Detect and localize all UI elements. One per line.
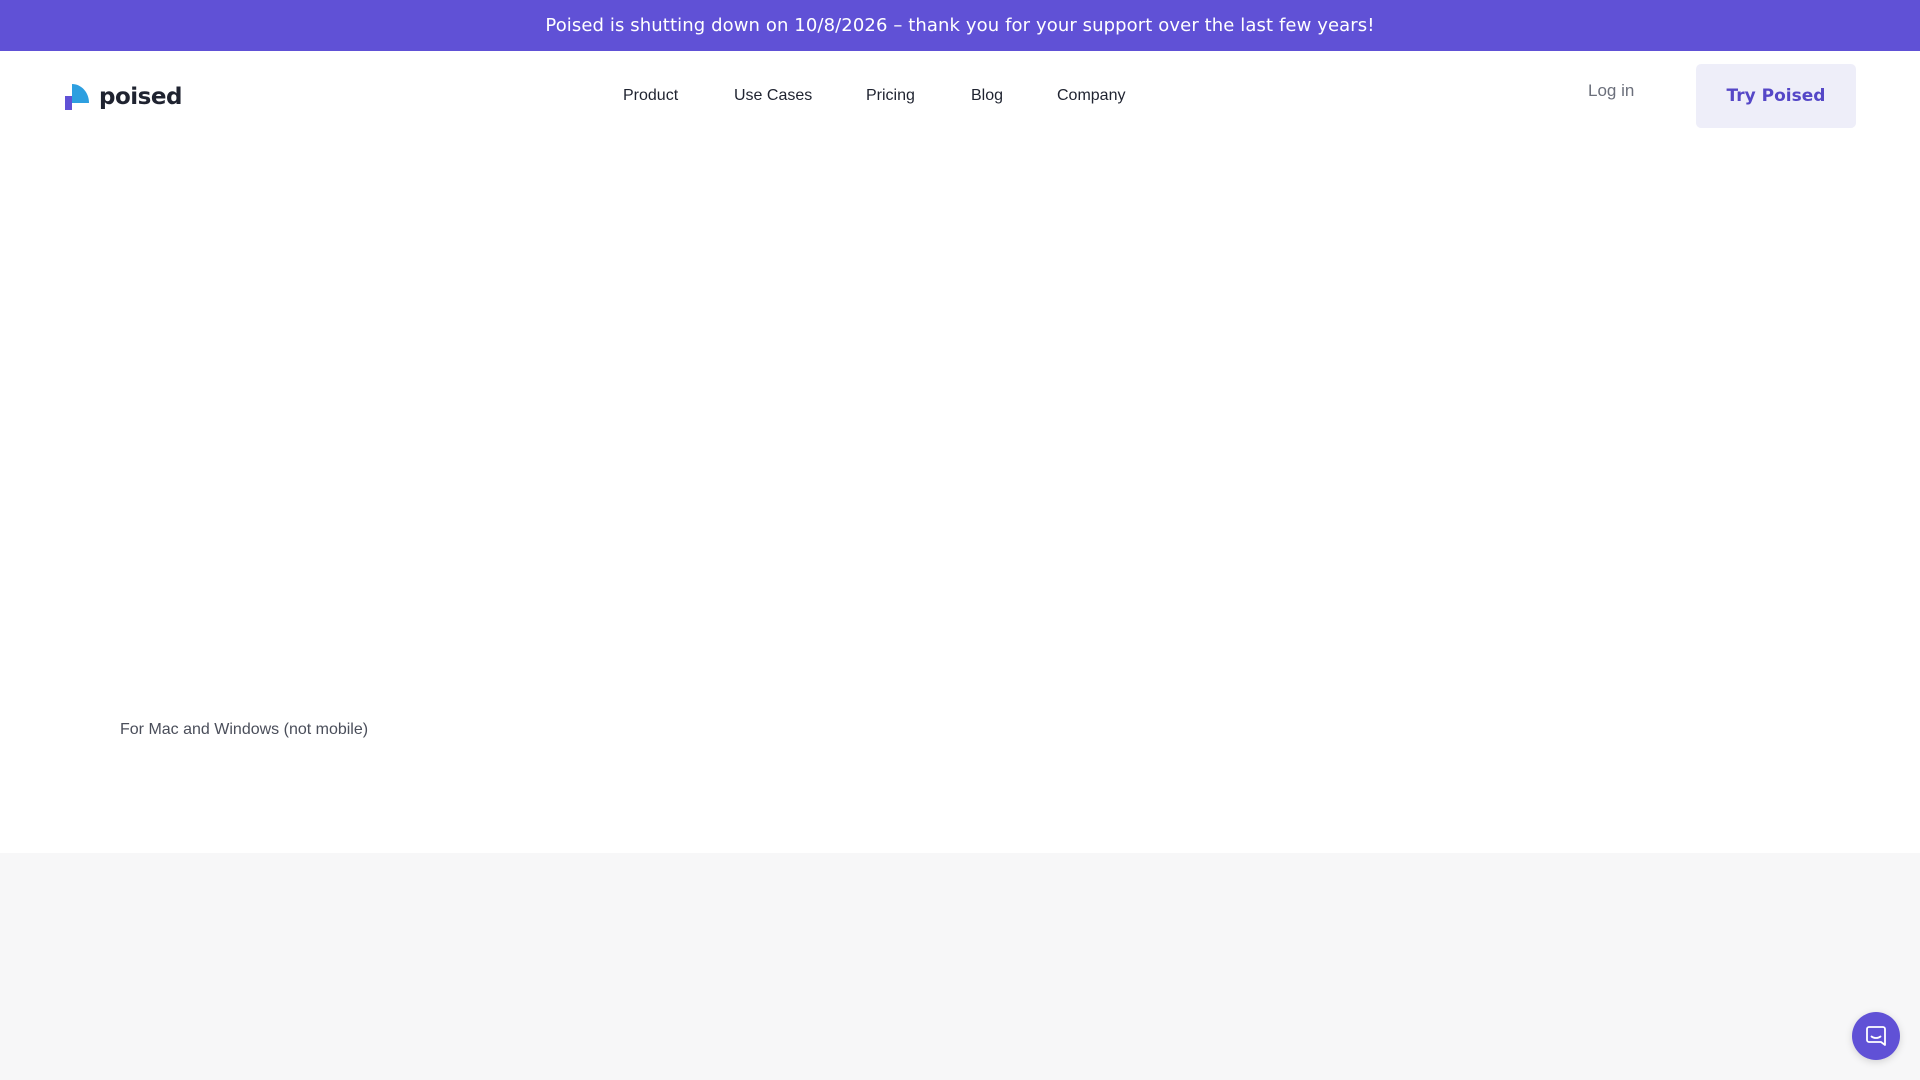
nav-item-product[interactable]: Product	[623, 81, 678, 111]
announcement-banner: Poised is shutting down on 10/8/2026 – t…	[0, 0, 1920, 51]
logo[interactable]: poised	[63, 83, 182, 111]
lower-section	[0, 853, 1920, 1080]
nav-item-company[interactable]: Company	[1057, 81, 1125, 111]
hero-section	[0, 139, 1920, 853]
announcement-text: Poised is shutting down on 10/8/2026 – t…	[545, 15, 1375, 36]
poised-logo-icon	[63, 83, 91, 111]
nav-item-blog[interactable]: Blog	[971, 81, 1003, 111]
login-link[interactable]: Log in	[1588, 81, 1634, 101]
chat-launcher-button[interactable]	[1852, 1012, 1900, 1060]
nav-item-pricing[interactable]: Pricing	[866, 81, 915, 111]
nav-item-use-cases[interactable]: Use Cases	[734, 81, 812, 111]
chat-bubble-icon	[1864, 1024, 1888, 1048]
try-poised-button[interactable]: Try Poised	[1696, 64, 1856, 128]
logo-text: poised	[99, 84, 182, 110]
platform-note: For Mac and Windows (not mobile)	[120, 721, 369, 738]
